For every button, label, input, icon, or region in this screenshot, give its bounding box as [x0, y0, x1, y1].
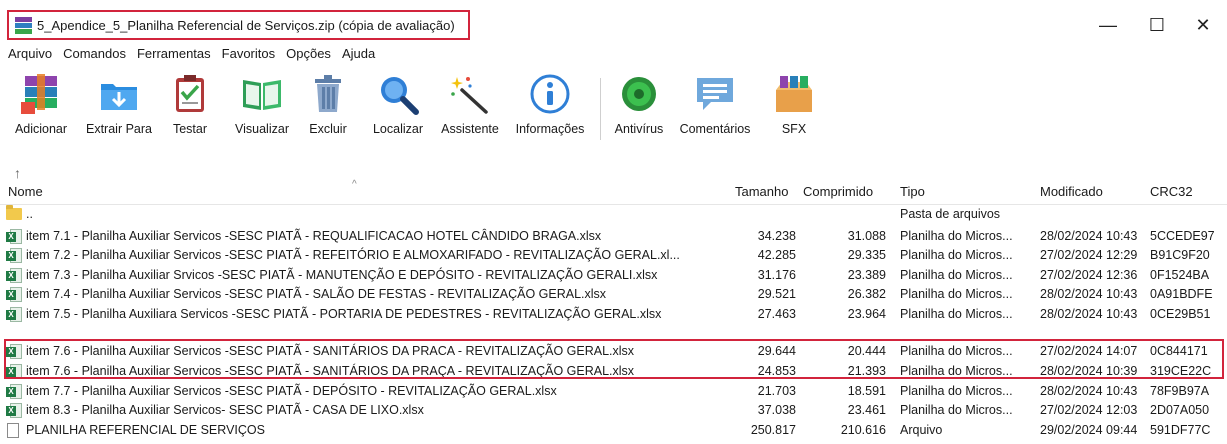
column-size[interactable]: Tamanho [735, 184, 788, 199]
excel-file-icon: X [6, 344, 22, 359]
maximize-button[interactable]: ☐ [1134, 10, 1180, 40]
view-button[interactable]: Visualizar [227, 68, 297, 136]
window-title-highlight: 5_Apendice_5_Planilha Referencial de Ser… [7, 10, 470, 40]
test-checklist-icon [168, 72, 212, 116]
list-item[interactable]: X item 7.7 - Planilha Auxiliar Servicos … [0, 383, 1227, 401]
excel-file-icon: X [6, 248, 22, 263]
menu-comandos[interactable]: Comandos [63, 46, 126, 64]
column-name[interactable]: Nome [8, 184, 43, 199]
toolbar: Adicionar Extrair Para Testar Visualizar… [0, 68, 1227, 158]
antivirus-button[interactable]: Antivírus [610, 68, 668, 136]
excel-file-icon: X [6, 287, 22, 302]
folder-icon [6, 205, 22, 220]
excel-file-icon: X [6, 268, 22, 283]
column-modified[interactable]: Modificado [1040, 184, 1103, 199]
list-item[interactable]: PLANILHA REFERENCIAL DE SERVIÇOS 250.817… [0, 422, 1227, 440]
generic-file-icon [7, 423, 19, 438]
sort-indicator-icon: ^ [352, 179, 357, 190]
window-title: 5_Apendice_5_Planilha Referencial de Ser… [37, 17, 455, 33]
magnifier-icon [376, 72, 420, 116]
extract-folder-icon [97, 72, 141, 116]
list-item-parent-folder[interactable]: .. Pasta de arquivos [0, 205, 1227, 224]
menu-ajuda[interactable]: Ajuda [342, 46, 375, 64]
add-button[interactable]: Adicionar [8, 68, 74, 136]
list-item[interactable]: X item 7.2 - Planilha Auxiliar Servicos … [0, 247, 1227, 265]
column-crc32[interactable]: CRC32 [1150, 184, 1193, 199]
add-archive-icon [19, 72, 63, 116]
comments-icon [693, 72, 737, 116]
menu-ferramentas[interactable]: Ferramentas [137, 46, 211, 64]
test-button[interactable]: Testar [167, 68, 213, 136]
excel-file-icon: X [6, 403, 22, 418]
list-item[interactable]: X item 7.1 - Planilha Auxiliar Servicos … [0, 228, 1227, 246]
wizard-wand-icon [448, 72, 492, 116]
list-item[interactable]: X item 7.3 - Planilha Auxiliar Srvicos -… [0, 267, 1227, 285]
sfx-archive-icon [772, 72, 816, 116]
info-icon [528, 72, 572, 116]
minimize-button[interactable]: — [1085, 10, 1131, 40]
toolbar-separator [600, 78, 601, 140]
antivirus-icon [617, 72, 661, 116]
delete-button[interactable]: Excluir [305, 68, 351, 136]
view-book-icon [240, 72, 284, 116]
extract-to-button[interactable]: Extrair Para [79, 68, 159, 136]
file-list-header: Nome ^ Tamanho Comprimido Tipo Modificad… [0, 178, 1227, 205]
excel-file-icon: X [6, 307, 22, 322]
sfx-button[interactable]: SFX [771, 68, 817, 136]
close-button[interactable]: ✕ [1180, 10, 1226, 40]
column-packed[interactable]: Comprimido [803, 184, 873, 199]
list-item[interactable]: X item 7.5 - Planilha Auxiliara Servicos… [0, 306, 1227, 324]
info-button[interactable]: Informações [509, 68, 591, 136]
excel-file-icon: X [6, 364, 22, 379]
list-item[interactable]: X item 7.6 - Planilha Auxiliar Servicos … [0, 363, 1227, 381]
menu-favoritos[interactable]: Favoritos [222, 46, 275, 64]
winrar-app-icon [15, 16, 32, 34]
wizard-button[interactable]: Assistente [437, 68, 503, 136]
excel-file-icon: X [6, 229, 22, 244]
menu-bar: Arquivo Comandos Ferramentas Favoritos O… [8, 46, 375, 64]
list-item[interactable]: X item 7.4 - Planilha Auxiliar Servicos … [0, 286, 1227, 304]
menu-arquivo[interactable]: Arquivo [8, 46, 52, 64]
trash-bin-icon [306, 72, 350, 116]
menu-opcoes[interactable]: Opções [286, 46, 331, 64]
list-item[interactable]: X item 8.3 - Planilha Auxiliar Servicos-… [0, 402, 1227, 420]
column-type[interactable]: Tipo [900, 184, 925, 199]
find-button[interactable]: Localizar [367, 68, 429, 136]
excel-file-icon: X [6, 384, 22, 399]
title-bar: 5_Apendice_5_Planilha Referencial de Ser… [0, 0, 1227, 46]
list-item[interactable]: X item 7.6 - Planilha Auxiliar Servicos … [0, 343, 1227, 361]
comments-button[interactable]: Comentários [675, 68, 755, 136]
